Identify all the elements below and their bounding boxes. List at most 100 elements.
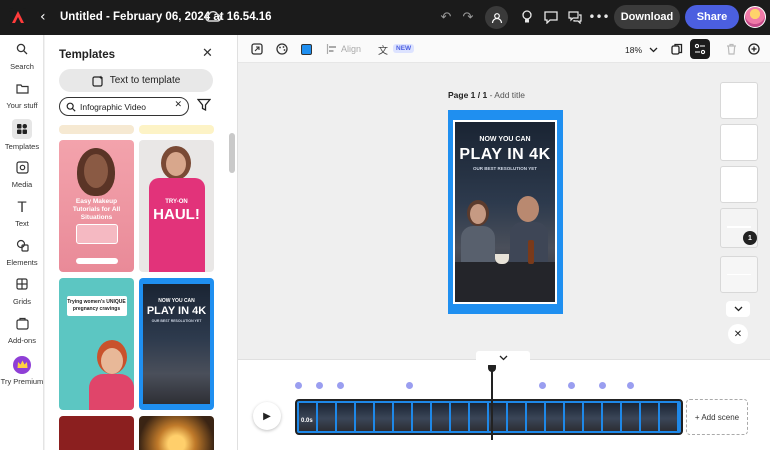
timeline-marker[interactable]: [295, 382, 302, 389]
strip-duration: 0.0s: [301, 418, 313, 424]
close-icon[interactable]: ✕: [202, 46, 213, 61]
makeup-link-pill: [76, 258, 118, 264]
rail-item-search[interactable]: Search: [0, 43, 44, 71]
rail-item-text[interactable]: T Text: [0, 200, 44, 228]
template-thumbnail-pregnancy[interactable]: Trying women's UNIQUE pregnancy cravings: [59, 278, 134, 410]
template-thumbnail[interactable]: [139, 125, 214, 134]
timeline-marker[interactable]: [568, 382, 575, 389]
color-swatch-icon[interactable]: [299, 42, 313, 56]
translate-icon[interactable]: 文: [376, 42, 390, 57]
rail-item-media[interactable]: Media: [0, 161, 44, 189]
template-thumbnail[interactable]: [59, 416, 134, 450]
comment-icon[interactable]: [542, 8, 560, 26]
scenes-toggle-icon[interactable]: [690, 39, 710, 59]
undo-icon[interactable]: ↶: [437, 8, 455, 26]
makeup-caption-3: Situations: [80, 214, 113, 221]
more-icon[interactable]: •••: [588, 8, 609, 26]
share-button[interactable]: Share: [685, 5, 739, 29]
timeline-marker[interactable]: [627, 382, 634, 389]
grids-icon: [14, 278, 30, 294]
design-page[interactable]: NOW YOU CAN PLAY IN 4K OUR BEST RESOLUTI…: [448, 110, 563, 314]
page-thumbnail[interactable]: [720, 124, 758, 161]
template-thumbnail-makeup[interactable]: Easy Makeup Tutorials for All Situations: [59, 140, 134, 272]
align-icon[interactable]: [325, 42, 339, 56]
canvas-area[interactable]: Page 1 / 1 - Add title NOW YOU CAN PLAY …: [238, 63, 770, 359]
timeline-collapse-toggle[interactable]: [476, 351, 530, 365]
page-subheadline[interactable]: OUR BEST RESOLUTION YET: [455, 166, 555, 171]
clear-search-icon[interactable]: ✕: [174, 100, 182, 110]
new-badge: NEW: [393, 44, 415, 53]
timeline-marker[interactable]: [406, 382, 413, 389]
panel-scrollbar[interactable]: [229, 133, 235, 173]
model-top: [89, 374, 134, 410]
timeline-marker[interactable]: [337, 382, 344, 389]
model-face-inner: [84, 154, 108, 188]
chevron-down-icon[interactable]: [646, 43, 660, 57]
rail-label: Elements: [6, 258, 38, 267]
rail-item-elements[interactable]: Elements: [0, 239, 44, 267]
chat-icon[interactable]: [566, 8, 584, 26]
playhead[interactable]: [491, 364, 493, 440]
avatar[interactable]: [744, 6, 766, 28]
bottle: [528, 240, 534, 264]
back-icon[interactable]: ‹: [40, 9, 46, 25]
page-photo[interactable]: NOW YOU CAN PLAY IN 4K OUR BEST RESOLUTI…: [455, 122, 555, 302]
page-label[interactable]: Page 1 / 1 - Add title: [448, 90, 525, 100]
template-thumbnail-haul[interactable]: TRY-ON HAUL!: [139, 140, 214, 272]
lightbulb-icon[interactable]: [518, 8, 536, 26]
play4k-caption-2: PLAY IN 4K: [146, 305, 207, 317]
strip-frame: [375, 403, 392, 431]
resize-icon[interactable]: [250, 42, 264, 56]
zoom-level[interactable]: 18%: [625, 45, 642, 55]
timeline-marker[interactable]: [316, 382, 323, 389]
page-thumbnail-active[interactable]: 1: [720, 208, 758, 248]
template-search-input[interactable]: [80, 101, 170, 112]
timeline-marker[interactable]: [539, 382, 546, 389]
page-headline-1[interactable]: NOW YOU CAN: [455, 136, 555, 143]
trash-icon[interactable]: [724, 42, 738, 56]
share-user-icon[interactable]: [485, 6, 508, 29]
cloud-sync-icon[interactable]: [204, 9, 222, 25]
strip-frame: [413, 403, 430, 431]
add-title-link[interactable]: - Add title: [487, 90, 525, 100]
strip-frame: [299, 403, 316, 431]
template-thumbnail-play4k[interactable]: NOW YOU CAN PLAY IN 4K OUR BEST RESOLUTI…: [139, 278, 214, 410]
rail-label: Search: [10, 62, 34, 71]
pink-jacket: [149, 178, 205, 272]
add-scene-button[interactable]: + Add scene: [686, 399, 748, 435]
download-button[interactable]: Download: [614, 5, 680, 29]
filter-icon[interactable]: [197, 98, 211, 112]
adobe-express-logo[interactable]: [9, 8, 27, 26]
playhead-handle[interactable]: [488, 364, 496, 372]
redo-icon[interactable]: ↷: [459, 8, 477, 26]
page-headline-2[interactable]: PLAY IN 4K: [455, 146, 555, 164]
rail-item-your-stuff[interactable]: Your stuff: [0, 82, 44, 110]
play-button[interactable]: ▶: [253, 402, 281, 430]
timeline-marker[interactable]: [599, 382, 606, 389]
palette-icon[interactable]: [275, 42, 289, 56]
template-search-field[interactable]: ✕: [59, 97, 189, 116]
template-thumbnail[interactable]: [139, 416, 214, 450]
strip-frame: [337, 403, 354, 431]
layers-icon[interactable]: [670, 42, 684, 56]
scene-strip[interactable]: 0.0s: [295, 399, 683, 435]
align-label[interactable]: Align: [341, 44, 361, 54]
left-rail: Search Your stuff Templates Media T Text…: [0, 35, 44, 450]
rail-label: Media: [11, 180, 33, 189]
add-page-icon[interactable]: [747, 42, 761, 56]
rail-item-add-ons[interactable]: Add-ons: [0, 317, 44, 345]
rail-item-templates[interactable]: Templates: [0, 119, 44, 151]
rail-item-try-premium[interactable]: Try Premium: [0, 356, 44, 386]
rail-item-grids[interactable]: Grids: [0, 278, 44, 306]
chevron-down-icon[interactable]: [726, 301, 750, 317]
text-to-template-button[interactable]: Text to template: [59, 69, 213, 92]
page-thumbnail[interactable]: [720, 82, 758, 119]
strip-frame: [641, 403, 658, 431]
template-thumbnail[interactable]: [59, 125, 134, 134]
page-thumbnail[interactable]: [720, 256, 758, 293]
document-title[interactable]: Untitled - February 06, 2024 at 16.54.16: [60, 11, 272, 23]
page-thumbnail[interactable]: [720, 166, 758, 203]
close-icon[interactable]: ✕: [728, 324, 748, 344]
search-icon: [14, 43, 30, 59]
pregnancy-caption-2: pregnancy cravings: [72, 306, 121, 312]
